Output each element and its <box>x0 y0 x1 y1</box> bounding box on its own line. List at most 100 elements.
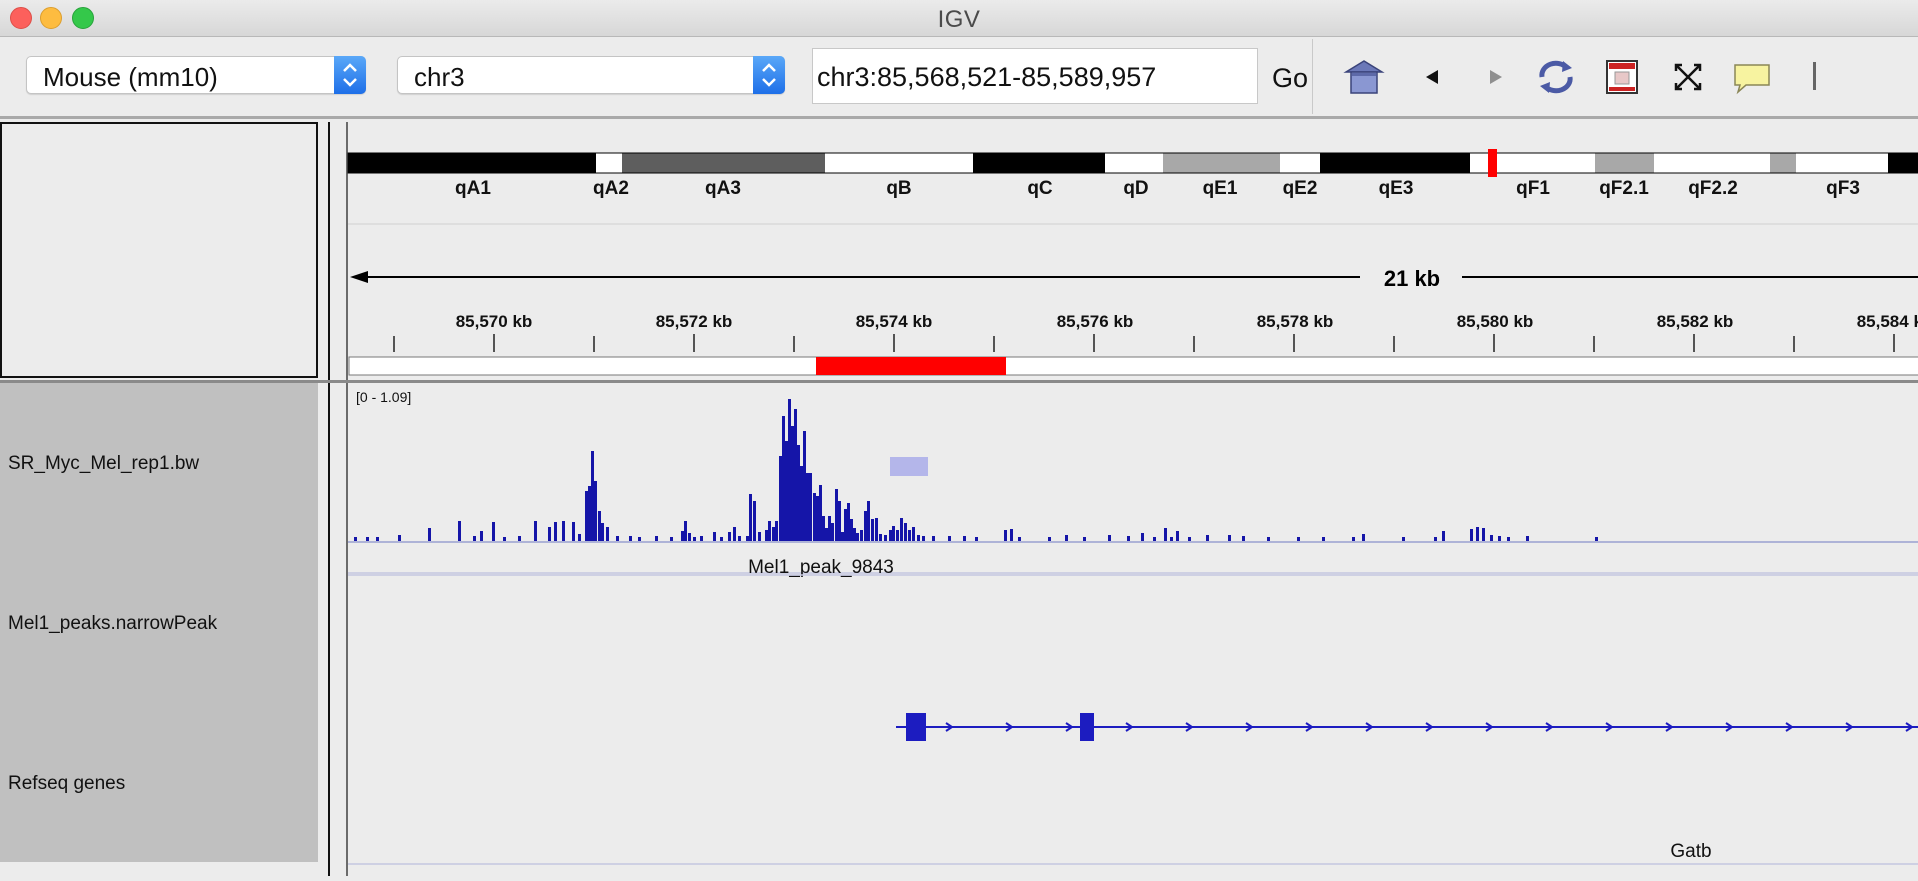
signal-bar <box>1470 529 1473 541</box>
ideogram-ruler-area: qA1 qA2 qA3 qB qC qD qE1 qE2 qE3 qF1 qF2.1 qF2.2 qF3… <box>347 149 1918 376</box>
cytoband <box>1105 153 1163 173</box>
signal-bar <box>912 527 915 541</box>
cytoband-label: qA3 <box>705 178 741 199</box>
signal-bar <box>794 409 797 541</box>
signal-bar <box>875 518 878 541</box>
ruler-tick-label: 85,570 kb <box>456 312 533 331</box>
cytoband <box>348 153 596 173</box>
signal-bar <box>376 537 379 541</box>
cytoband <box>1770 153 1796 173</box>
signal-bar <box>693 537 696 541</box>
signal-bar <box>1127 536 1130 541</box>
signal-bar <box>1498 536 1501 541</box>
signal-bar <box>1297 537 1300 541</box>
signal-bar <box>797 445 800 541</box>
signal-bar <box>838 501 841 541</box>
signal-bar <box>853 528 856 541</box>
cytoband-label: qA1 <box>455 178 491 199</box>
ruler-tick-label: 85,574 kb <box>856 312 933 331</box>
track-name-panel: SR_Myc_Mel_rep1.bw Mel1_peaks.narrowPeak… <box>0 383 318 862</box>
signal-bar <box>809 473 812 541</box>
signal-bar <box>847 503 850 541</box>
signal-bar <box>922 536 925 541</box>
cytoband <box>1654 153 1770 173</box>
signal-bar <box>601 523 604 541</box>
signal-bar <box>791 426 794 541</box>
cytoband <box>1796 153 1888 173</box>
signal-bar <box>908 530 911 541</box>
cytoband-label: qC <box>1027 178 1053 199</box>
cytoband-label: qE3 <box>1379 178 1414 199</box>
cytoband <box>1163 153 1280 173</box>
signal-bar <box>629 536 632 541</box>
signal-bar <box>831 523 834 541</box>
signal-bar <box>1434 537 1437 541</box>
signal-bar <box>800 466 803 541</box>
signal-bar <box>860 530 863 541</box>
signal-bar <box>713 532 716 541</box>
signal-bar <box>534 521 537 541</box>
cytoband <box>622 153 825 173</box>
signal-bar <box>1048 537 1051 541</box>
signal-bar <box>578 534 581 541</box>
signal-bar <box>594 481 597 541</box>
cytoband-label: qF2.1 <box>1599 178 1649 199</box>
signal-bar <box>1228 535 1231 541</box>
span-arrow-left <box>350 271 368 283</box>
span-label: 21 kb <box>1384 266 1440 291</box>
signal-bar <box>1141 533 1144 541</box>
region-of-interest <box>816 357 1006 375</box>
ruler-tick-label: 85,578 kb <box>1257 312 1334 331</box>
signal-bar <box>803 431 806 541</box>
narrowpeak-feature <box>890 457 928 476</box>
signal-bar <box>775 521 778 541</box>
signal-bar <box>700 536 703 541</box>
signal-bar <box>354 537 357 541</box>
signal-bar <box>765 530 768 541</box>
signal-bar <box>398 535 401 541</box>
signal-bar <box>1170 537 1173 541</box>
signal-bar <box>366 537 369 541</box>
signal-bar <box>606 527 609 541</box>
cytoband-label: qA2 <box>593 178 629 199</box>
signal-bar <box>779 456 782 541</box>
signal-bar <box>782 416 785 541</box>
signal-bar <box>503 537 506 541</box>
signal-bar <box>1083 537 1086 541</box>
signal-bar <box>588 486 591 541</box>
gene-name-label: Gatb <box>1670 841 1711 862</box>
signal-bar <box>1188 537 1191 541</box>
signal-bar <box>458 521 461 541</box>
signal-bar <box>1476 527 1479 541</box>
signal-bar <box>518 536 521 541</box>
signal-bar <box>1164 528 1167 541</box>
track-name-genes[interactable]: Refseq genes <box>8 773 125 795</box>
signal-bar <box>1004 530 1007 541</box>
signal-bar <box>1526 536 1529 541</box>
cytoband-label: qF2.2 <box>1688 178 1738 199</box>
signal-bar <box>738 536 741 541</box>
signal-bar <box>835 489 838 541</box>
signal-bar <box>616 536 619 541</box>
cytoband <box>1595 153 1654 173</box>
signal-bar <box>728 532 731 541</box>
signal-bar <box>1242 536 1245 541</box>
signal-bar <box>785 441 788 541</box>
signal-bar <box>1362 534 1365 541</box>
signal-bar <box>884 535 887 541</box>
cytoband-label: qD <box>1123 178 1148 199</box>
signal-bar <box>670 537 673 541</box>
signal-bar <box>1153 537 1156 541</box>
track-name-signal[interactable]: SR_Myc_Mel_rep1.bw <box>8 453 199 475</box>
signal-bar <box>655 536 658 541</box>
signal-bar <box>1507 537 1510 541</box>
cytoband-label: qB <box>886 178 911 199</box>
current-region-marker <box>1488 149 1497 177</box>
track-name-peaks[interactable]: Mel1_peaks.narrowPeak <box>8 613 217 635</box>
signal-bar <box>904 523 907 541</box>
signal-bar <box>1108 535 1111 541</box>
signal-bar <box>480 531 483 541</box>
signal-bar <box>1018 537 1021 541</box>
signal-bar <box>816 496 819 541</box>
signal-bar <box>822 516 825 541</box>
